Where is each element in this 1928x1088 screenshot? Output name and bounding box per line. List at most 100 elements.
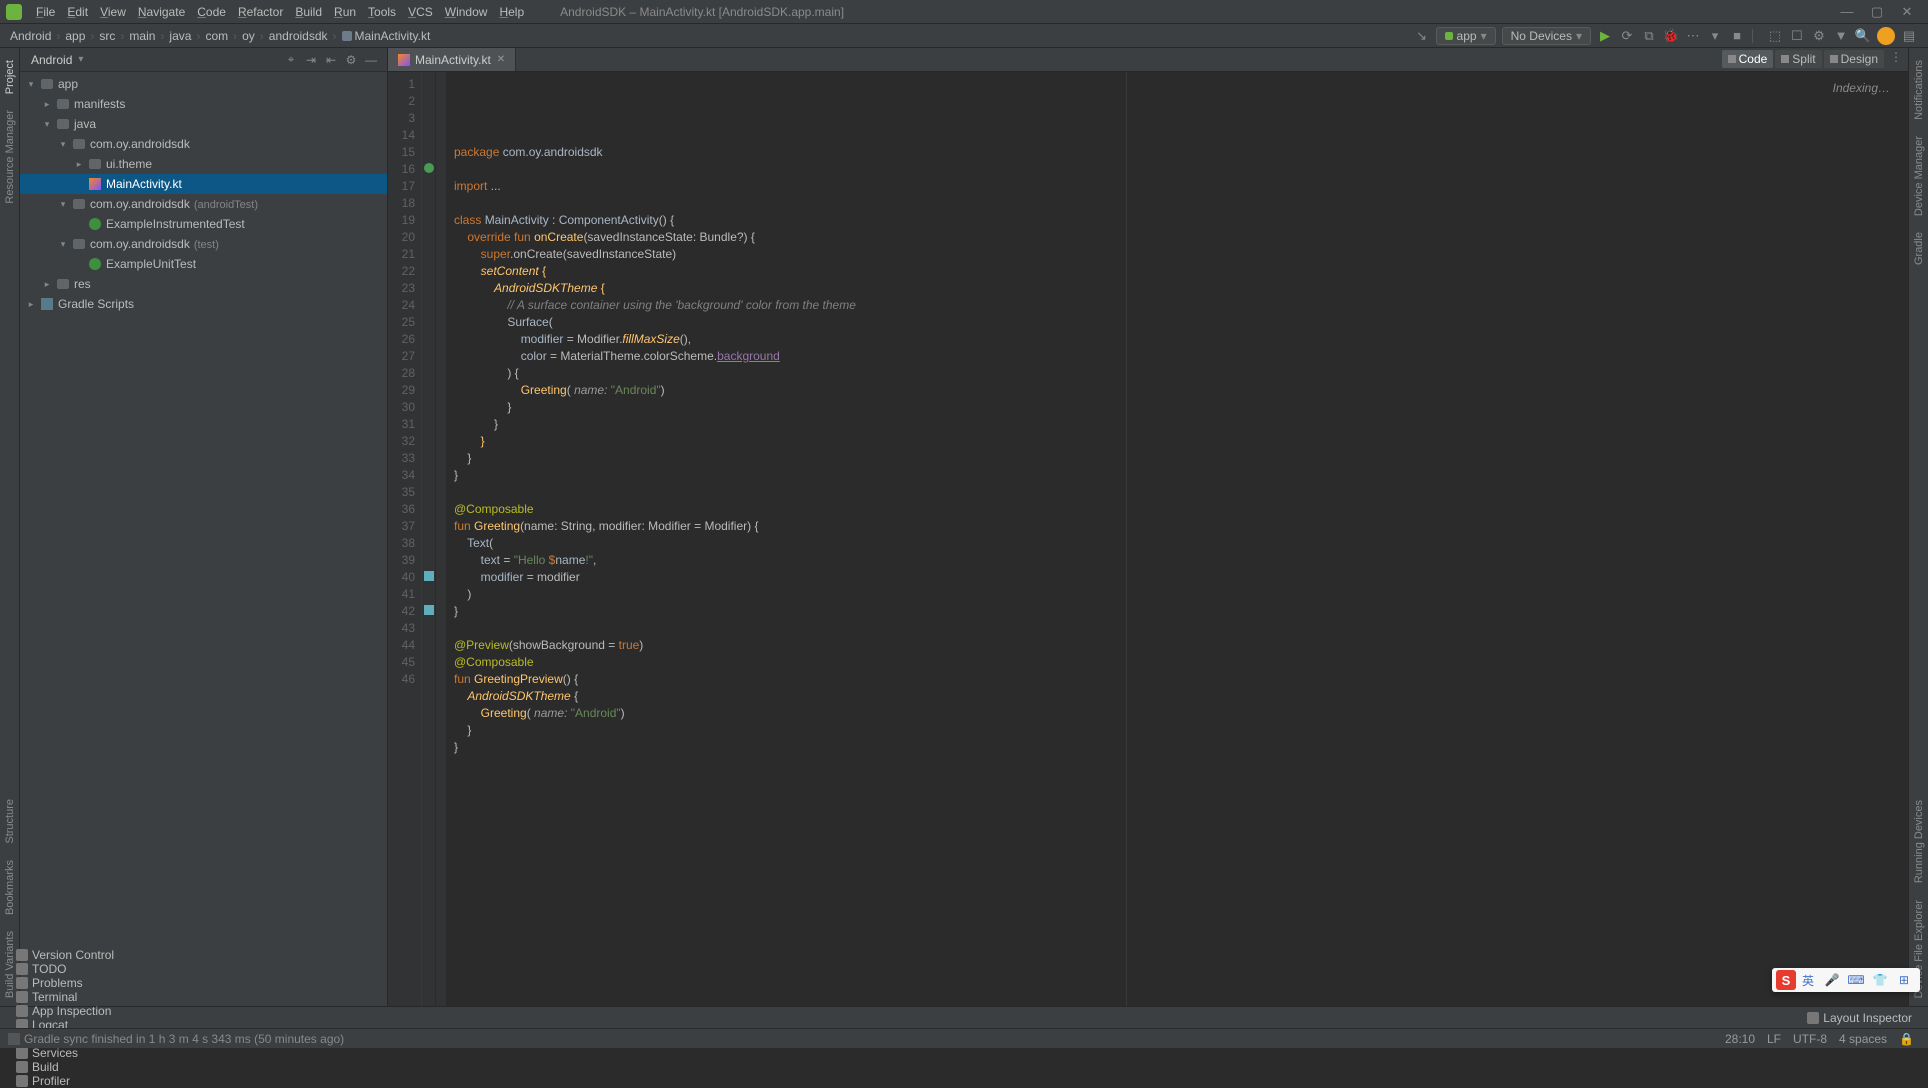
tree-item-com-oy-androidsdk[interactable]: ▾com.oy.androidsdk (20, 134, 387, 154)
menu-tools[interactable]: Tools (362, 5, 402, 19)
gutter-markers[interactable] (422, 72, 436, 1006)
preview-gutter-icon[interactable] (424, 571, 434, 581)
gradle-tool-tab[interactable]: Gradle (1913, 224, 1925, 273)
tree-item-gradle-scripts[interactable]: ▸Gradle Scripts (20, 294, 387, 314)
close-window-button[interactable]: ✕ (1892, 4, 1922, 20)
tree-item-java[interactable]: ▾java (20, 114, 387, 134)
coverage-button[interactable]: ⧉ (1640, 27, 1658, 45)
resource-manager-tool-tab[interactable]: Resource Manager (4, 102, 16, 212)
menu-vcs[interactable]: VCS (402, 5, 439, 19)
editor-more-icon[interactable]: ⋮ (1890, 50, 1902, 68)
notifications-tool-tab[interactable]: Notifications (1913, 52, 1925, 128)
tree-item-mainactivity-kt[interactable]: MainActivity.kt (20, 174, 387, 194)
sdk-manager-icon[interactable]: ▼ (1832, 27, 1850, 45)
sync-gradle-icon[interactable]: ↘ (1413, 27, 1431, 45)
breadcrumb-oy[interactable]: oy (240, 29, 257, 43)
menu-run[interactable]: Run (328, 5, 362, 19)
view-mode-split[interactable]: Split (1775, 50, 1821, 68)
run-gutter-icon[interactable] (424, 163, 434, 173)
structure-tool-tab[interactable]: Structure (4, 791, 16, 852)
menu-refactor[interactable]: Refactor (232, 5, 289, 19)
breadcrumb-com[interactable]: com (203, 29, 230, 43)
breadcrumb-androidsdk[interactable]: androidsdk (267, 29, 330, 43)
avd-manager-icon[interactable]: ⚙ (1810, 27, 1828, 45)
tree-item-res[interactable]: ▸res (20, 274, 387, 294)
readonly-lock-icon[interactable]: 🔒 (1893, 1032, 1920, 1046)
project-view-selector[interactable]: Android (31, 53, 72, 67)
bottom-tool-version-control[interactable]: Version Control (8, 948, 147, 962)
menu-window[interactable]: Window (439, 5, 494, 19)
user-avatar[interactable] (1877, 27, 1895, 45)
menu-code[interactable]: Code (191, 5, 232, 19)
preview-gutter-icon[interactable] (424, 605, 434, 615)
ime-skin-icon[interactable]: 👕 (1871, 971, 1889, 989)
close-tab-icon[interactable]: ✕ (497, 54, 505, 65)
ime-keyboard-icon[interactable]: ⌨ (1847, 971, 1865, 989)
ime-toolbox-icon[interactable]: ⊞ (1895, 971, 1913, 989)
view-mode-design[interactable]: Design (1824, 50, 1884, 68)
breadcrumb-java[interactable]: java (167, 29, 193, 43)
more-run-button[interactable]: ▾ (1706, 27, 1724, 45)
tree-item-com-oy-androidsdk[interactable]: ▾com.oy.androidsdk(test) (20, 234, 387, 254)
ime-lang-button[interactable]: 英 (1799, 971, 1817, 989)
breadcrumb-file[interactable]: MainActivity.kt (340, 29, 433, 43)
tree-item-manifests[interactable]: ▸manifests (20, 94, 387, 114)
search-everywhere-icon[interactable]: 🔍 (1854, 27, 1872, 45)
bottom-tool-app-inspection[interactable]: App Inspection (8, 1004, 147, 1018)
menu-help[interactable]: Help (493, 5, 530, 19)
build-variants-tool-tab[interactable]: Build Variants (4, 923, 16, 1006)
collapse-all-icon[interactable]: ⇤ (323, 52, 339, 68)
running-devices-tool-tab[interactable]: Running Devices (1913, 792, 1925, 891)
expand-all-icon[interactable]: ⇥ (303, 52, 319, 68)
indent-setting[interactable]: 4 spaces (1833, 1032, 1893, 1046)
menu-view[interactable]: View (94, 5, 132, 19)
breadcrumb-app[interactable]: app (63, 29, 87, 43)
bottom-tool-todo[interactable]: TODO (8, 962, 147, 976)
device-manager-tool-tab[interactable]: Device Manager (1913, 128, 1925, 224)
settings-icon[interactable]: ▤ (1900, 27, 1918, 45)
project-tree[interactable]: ▾app▸manifests▾java▾com.oy.androidsdk▸ui… (20, 72, 387, 1006)
bookmarks-tool-tab[interactable]: Bookmarks (4, 852, 16, 923)
minimize-button[interactable]: — (1832, 4, 1862, 19)
run-button[interactable]: ▶ (1596, 27, 1614, 45)
hide-panel-icon[interactable]: — (363, 52, 379, 68)
git-update-icon[interactable]: ⬚ (1766, 27, 1784, 45)
breadcrumb-main[interactable]: main (127, 29, 157, 43)
debug-button[interactable]: ⟳ (1618, 27, 1636, 45)
git-commit-icon[interactable]: ☐ (1788, 27, 1806, 45)
menu-edit[interactable]: Edit (61, 5, 94, 19)
bottom-tool-terminal[interactable]: Terminal (8, 990, 147, 1004)
project-tool-tab[interactable]: Project (4, 52, 16, 102)
breadcrumb-src[interactable]: src (97, 29, 117, 43)
tree-item-exampleunittest[interactable]: ExampleUnitTest (20, 254, 387, 274)
code-editor[interactable]: Indexing… package com.oy.androidsdk impo… (446, 72, 1908, 1006)
settings-gear-icon[interactable]: ⚙ (343, 52, 359, 68)
bottom-tool-problems[interactable]: Problems (8, 976, 147, 990)
tree-item-app[interactable]: ▾app (20, 74, 387, 94)
device-selector[interactable]: No Devices ▾ (1502, 27, 1591, 45)
tree-item-com-oy-androidsdk[interactable]: ▾com.oy.androidsdk(androidTest) (20, 194, 387, 214)
run-configuration-selector[interactable]: app ▾ (1436, 27, 1496, 45)
file-encoding[interactable]: UTF-8 (1787, 1032, 1833, 1046)
line-number-gutter[interactable]: 1231415161718192021222324252627282930313… (388, 72, 422, 1006)
tree-item-ui-theme[interactable]: ▸ui.theme (20, 154, 387, 174)
maximize-button[interactable]: ▢ (1862, 4, 1892, 20)
status-icon[interactable] (8, 1033, 20, 1045)
line-separator[interactable]: LF (1761, 1032, 1787, 1046)
bottom-tool-build[interactable]: Build (8, 1060, 147, 1074)
layout-inspector-tool-tab[interactable]: Layout Inspector (1799, 1011, 1920, 1025)
view-mode-code[interactable]: Code (1722, 50, 1774, 68)
breadcrumb-android[interactable]: Android (8, 29, 53, 43)
tree-item-exampleinstrumentedtest[interactable]: ExampleInstrumentedTest (20, 214, 387, 234)
menu-build[interactable]: Build (289, 5, 328, 19)
bottom-tool-profiler[interactable]: Profiler (8, 1074, 147, 1088)
ime-voice-icon[interactable]: 🎤 (1823, 971, 1841, 989)
fold-column[interactable] (436, 72, 446, 1006)
caret-position[interactable]: 28:10 (1719, 1032, 1761, 1046)
editor-tab-mainactivity[interactable]: MainActivity.kt ✕ (388, 48, 516, 71)
profile-button[interactable]: 🐞 (1662, 27, 1680, 45)
menu-navigate[interactable]: Navigate (132, 5, 191, 19)
menu-file[interactable]: File (30, 5, 61, 19)
ime-toolbar[interactable]: S 英 🎤 ⌨ 👕 ⊞ (1772, 968, 1920, 992)
attach-debugger-button[interactable]: ⋯ (1684, 27, 1702, 45)
